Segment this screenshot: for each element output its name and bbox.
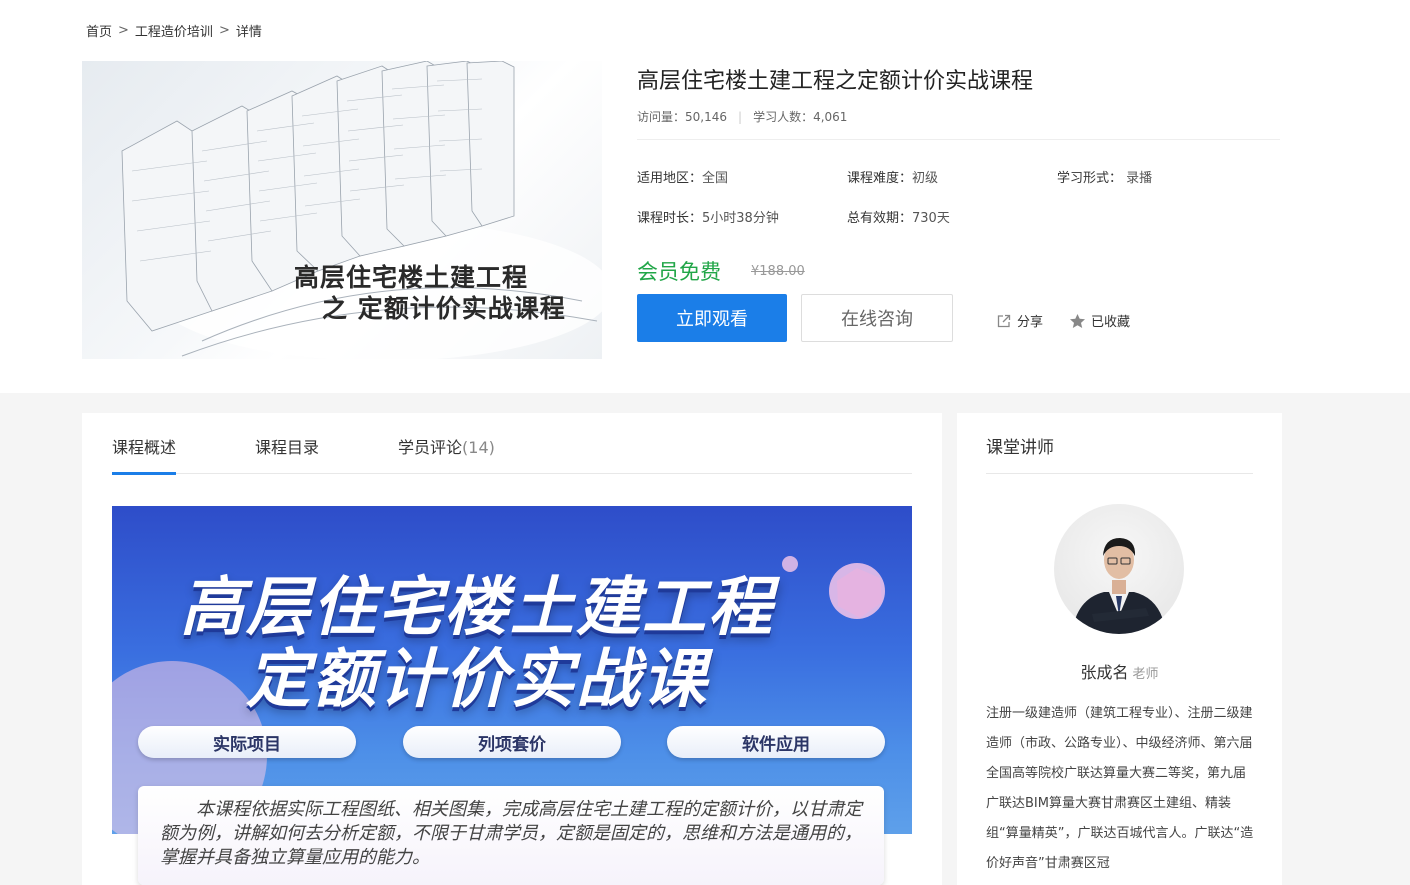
course-stats: 访问量： 50,146 | 学习人数： 4,061 bbox=[637, 108, 847, 125]
content-tabs: 课程概述 课程目录 学员评论(14) bbox=[112, 413, 912, 475]
tab-reviews[interactable]: 学员评论(14) bbox=[398, 434, 495, 458]
breadcrumb-separator: > bbox=[118, 23, 129, 38]
teacher-avatar bbox=[1054, 504, 1184, 634]
meta-duration-value: 5小时38分钟 bbox=[702, 211, 779, 226]
meta-difficulty-value: 初级 bbox=[912, 171, 939, 186]
tab-catalog[interactable]: 课程目录 bbox=[255, 434, 319, 458]
tab-reviews-label: 学员评论 bbox=[398, 438, 463, 457]
favorite-button[interactable]: 已收藏 bbox=[1069, 311, 1130, 330]
online-consult-button[interactable]: 在线咨询 bbox=[801, 294, 953, 342]
meta-validity: 总有效期：730天 bbox=[847, 207, 950, 226]
tab-overview-label: 课程概述 bbox=[112, 438, 177, 457]
star-icon bbox=[1070, 313, 1085, 328]
header-divider bbox=[637, 139, 1280, 140]
breadcrumb: 首页 > 工程造价培训 > 详情 bbox=[86, 21, 262, 40]
teacher-section-title: 课堂讲师 bbox=[986, 438, 1054, 458]
visits-label: 访问量： bbox=[637, 110, 686, 124]
course-header: 首页 > 工程造价培训 > 详情 高层住宅楼土建工程 之 定额计价实战课程 高层… bbox=[0, 0, 1410, 393]
course-content-card: 课程概述 课程目录 学员评论(14) 高层住宅楼土建工程 定额计价实战课 实际项… bbox=[82, 413, 942, 885]
course-title: 高层住宅楼土建工程之定额计价实战课程 bbox=[637, 69, 1034, 94]
teacher-card: 课堂讲师 张成名 老师 注册一级建造师（建筑工程专业）、注册二级建造师（市政、公路… bbox=[957, 413, 1282, 885]
share-label: 分享 bbox=[1017, 315, 1044, 330]
feature-pill: 列项套价 bbox=[403, 726, 621, 758]
teacher-photo bbox=[1072, 538, 1166, 634]
active-tab-indicator bbox=[112, 472, 176, 475]
feature-pill: 软件应用 bbox=[667, 726, 885, 758]
tab-catalog-label: 课程目录 bbox=[255, 438, 320, 457]
feature-pill: 实际项目 bbox=[138, 726, 356, 758]
favorite-label: 已收藏 bbox=[1091, 315, 1131, 330]
banner-title-line2: 定额计价实战课 bbox=[246, 643, 708, 717]
meta-region: 适用地区：全国 bbox=[637, 167, 728, 186]
share-button[interactable]: 分享 bbox=[996, 311, 1043, 330]
learners-count: 4,061 bbox=[813, 109, 848, 124]
teacher-name: 张成名 老师 bbox=[957, 659, 1282, 683]
teacher-role: 老师 bbox=[1132, 667, 1159, 682]
tab-reviews-count: (14) bbox=[462, 438, 495, 457]
meta-format-label: 学习形式： bbox=[1057, 171, 1123, 186]
meta-duration-label: 课程时长： bbox=[637, 211, 703, 226]
meta-difficulty: 课程难度：初级 bbox=[847, 167, 938, 186]
meta-format: 学习形式： 录播 bbox=[1057, 167, 1152, 186]
meta-region-label: 适用地区： bbox=[637, 171, 703, 186]
course-banner: 高层住宅楼土建工程 定额计价实战课 实际项目 列项套价 软件应用 bbox=[112, 506, 912, 834]
meta-format-value: 录播 bbox=[1122, 171, 1153, 186]
visits-count: 50,146 bbox=[685, 109, 728, 124]
share-icon bbox=[997, 314, 1011, 327]
meta-region-value: 全国 bbox=[702, 171, 729, 186]
meta-difficulty-label: 课程难度： bbox=[847, 171, 913, 186]
teacher-divider bbox=[986, 473, 1253, 474]
teacher-bio: 注册一级建造师（建筑工程专业）、注册二级建造师（市政、公路专业）、中级经济师、第… bbox=[986, 706, 1254, 871]
meta-duration: 课程时长：5小时38分钟 bbox=[637, 207, 779, 226]
original-price: ¥188.00 bbox=[751, 264, 805, 279]
breadcrumb-category[interactable]: 工程造价培训 bbox=[135, 21, 213, 40]
breadcrumb-home[interactable]: 首页 bbox=[86, 21, 112, 40]
tab-overview[interactable]: 课程概述 bbox=[112, 434, 176, 458]
learners-label: 学习人数： bbox=[753, 110, 814, 124]
teacher-name-text: 张成名 bbox=[1080, 663, 1129, 682]
member-price: 会员免费 bbox=[637, 260, 721, 284]
breadcrumb-separator: > bbox=[218, 23, 230, 38]
breadcrumb-current: 详情 bbox=[235, 25, 262, 40]
meta-validity-value: 730天 bbox=[912, 211, 950, 226]
cover-title-line2: 之 定额计价实战课程 bbox=[322, 294, 566, 323]
stats-divider: | bbox=[738, 109, 743, 124]
course-description: 本课程依据实际工程图纸、相关图集，完成高层住宅土建工程的定额计价，以甘肃定额为例… bbox=[138, 786, 884, 885]
watch-now-button[interactable]: 立即观看 bbox=[637, 294, 787, 342]
meta-validity-label: 总有效期： bbox=[847, 211, 913, 226]
course-cover-image: 高层住宅楼土建工程 之 定额计价实战课程 bbox=[82, 61, 602, 359]
